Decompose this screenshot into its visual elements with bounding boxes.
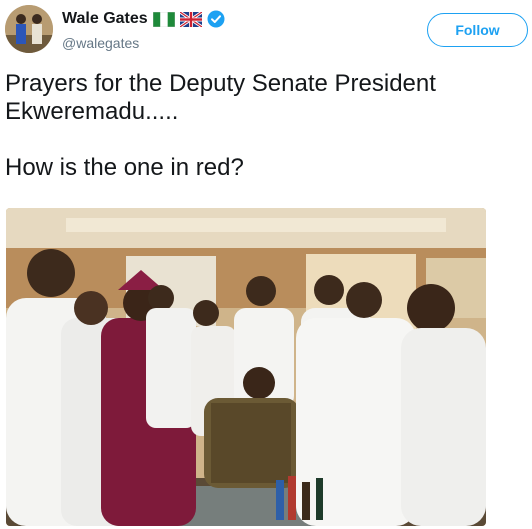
name-row: Wale Gates [62, 8, 225, 30]
follow-button[interactable]: Follow [427, 13, 528, 47]
avatar[interactable] [5, 5, 53, 53]
avatar-image [5, 5, 53, 53]
tweet-card: Wale Gates @walegates Follow Prayers for… [0, 0, 532, 529]
verified-badge-icon [207, 10, 225, 28]
tweet-line-4: How is the one in red? [5, 154, 244, 181]
tweet-line-2: Ekweremadu..... [5, 98, 179, 125]
photo-prayer-scene [6, 208, 486, 526]
tweet-photo[interactable] [6, 208, 486, 526]
tweet-line-1: Prayers for the Deputy Senate President [5, 70, 436, 97]
uk-flag-icon [179, 11, 202, 27]
tweet-text: Prayers for the Deputy Senate President … [5, 70, 525, 182]
nigeria-flag-icon [152, 11, 175, 27]
user-handle[interactable]: @walegates [62, 35, 139, 51]
display-name[interactable]: Wale Gates [62, 10, 148, 28]
